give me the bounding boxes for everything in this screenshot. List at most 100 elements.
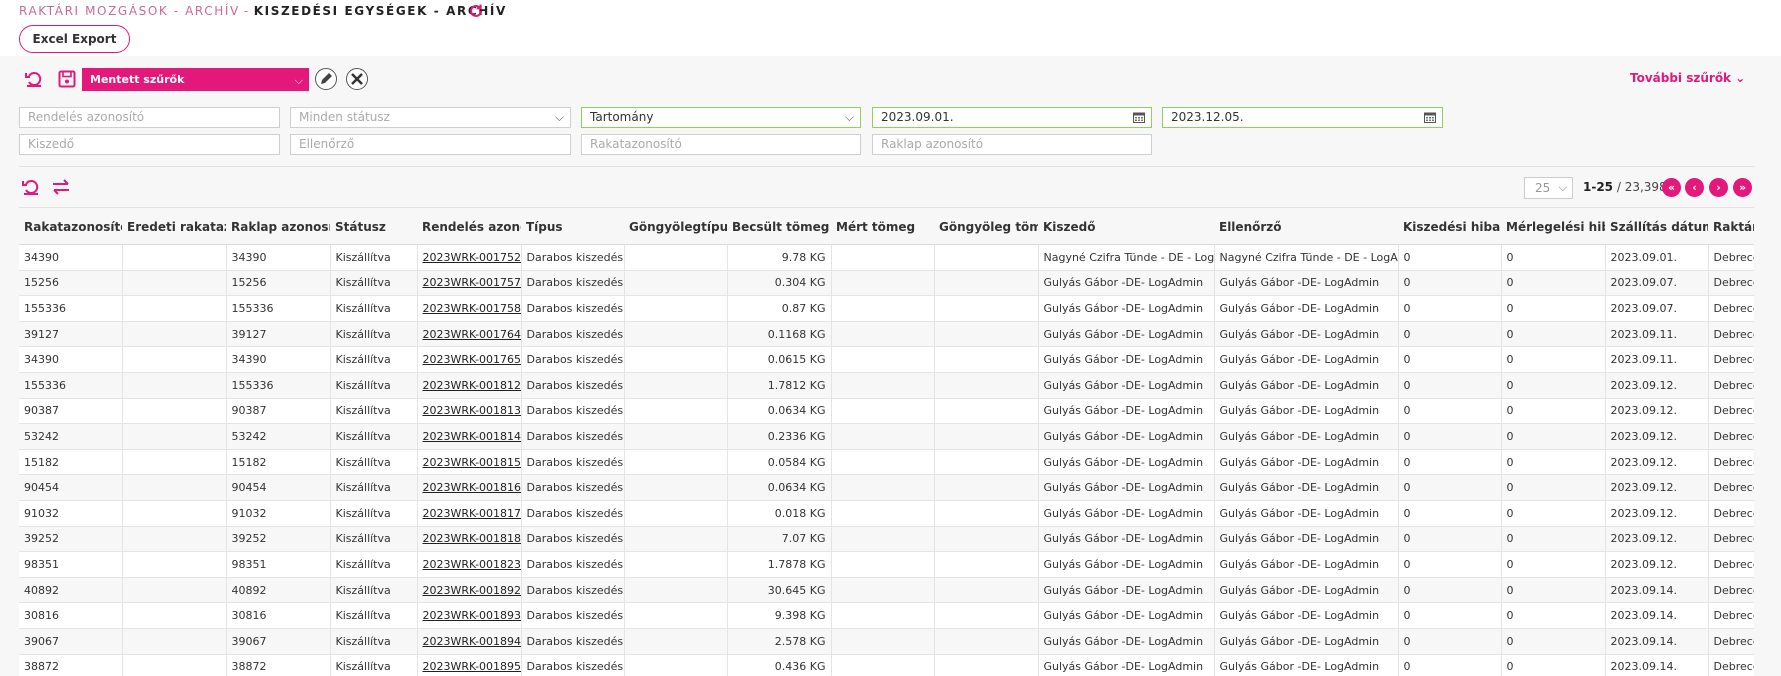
table-cell[interactable]: 2023WRK-001764 bbox=[417, 321, 522, 348]
table-cell: 15182 bbox=[19, 449, 123, 476]
table-cell[interactable]: 2023WRK-001758 bbox=[417, 295, 522, 322]
status-filter[interactable]: Minden státusz ⌵ bbox=[290, 107, 571, 128]
table-row[interactable]: 90387 90387 Kiszállítva 2023WRK-001813 Darab… bbox=[19, 398, 1754, 425]
table-cell[interactable]: 2023WRK-001815 bbox=[417, 449, 522, 476]
column-header[interactable]: Ellenőrző bbox=[1214, 210, 1398, 245]
first-page-button[interactable]: « bbox=[1662, 178, 1681, 197]
table-row[interactable]: 15256 15256 Kiszállítva 2023WRK-001757 Darab… bbox=[19, 270, 1754, 297]
column-header[interactable]: Mért tömeg bbox=[831, 210, 934, 245]
table-row[interactable]: 30816 30816 Kiszállítva 2023WRK-001893 Darab… bbox=[19, 602, 1754, 629]
table-cell[interactable]: 2023WRK-001892 bbox=[417, 577, 522, 604]
table-cell: 38872 bbox=[226, 654, 331, 676]
column-header[interactable]: Eredeti rakatazonosító bbox=[122, 210, 226, 245]
column-header[interactable]: Raklap azonosító bbox=[226, 210, 330, 245]
table-cell[interactable]: 2023WRK-001895 bbox=[417, 654, 522, 676]
calendar-icon[interactable] bbox=[1133, 112, 1145, 123]
date-range-type-select[interactable]: Tartomány ⌵ bbox=[581, 107, 861, 128]
table-cell: 90387 bbox=[226, 398, 331, 425]
reset-filters-icon[interactable] bbox=[24, 69, 44, 89]
column-header[interactable]: Típus bbox=[521, 210, 624, 245]
table-row[interactable]: 15182 15182 Kiszállítva 2023WRK-001815 Darab… bbox=[19, 449, 1754, 476]
table-cell: Kiszállítva bbox=[330, 423, 418, 450]
picker-filter[interactable]: Kiszedő bbox=[19, 134, 280, 155]
page-size-select[interactable]: 25 ⌵ bbox=[1524, 177, 1573, 199]
table-row[interactable]: 53242 53242 Kiszállítva 2023WRK-001814 Darab… bbox=[19, 423, 1754, 450]
reset-grid-icon[interactable] bbox=[21, 177, 41, 197]
table-row[interactable]: 155336 155336 Kiszállítva 2023WRK-001758 Dar… bbox=[19, 295, 1754, 322]
table-row[interactable]: 34390 34390 Kiszállítva 2023WRK-001765 Darab… bbox=[19, 346, 1754, 373]
table-row[interactable]: 38872 38872 Kiszállítva 2023WRK-001895 Darab… bbox=[19, 654, 1754, 676]
table-cell bbox=[624, 398, 728, 425]
column-header[interactable]: Becsült tömeg bbox=[727, 210, 831, 245]
table-cell: 2023.09.07. bbox=[1605, 270, 1709, 297]
table-cell bbox=[831, 577, 935, 604]
column-header[interactable]: Kiszedési hiba bbox=[1398, 210, 1501, 245]
table-cell[interactable]: 2023WRK-001818 bbox=[417, 526, 522, 553]
date-to-field[interactable]: 2023.12.05. bbox=[1162, 107, 1443, 128]
table-cell: Debrecen bbox=[1708, 423, 1754, 450]
location-id-filter[interactable]: Rakatazonosító bbox=[581, 134, 861, 155]
delete-filter-button[interactable] bbox=[346, 68, 368, 90]
table-cell[interactable]: 2023WRK-001757 bbox=[417, 270, 522, 297]
column-header[interactable]: Göngyöleg tömeg bbox=[934, 210, 1038, 245]
table-row[interactable]: 91032 91032 Kiszállítva 2023WRK-001817 Darab… bbox=[19, 500, 1754, 527]
column-header[interactable]: Kiszedő bbox=[1038, 210, 1214, 245]
table-row[interactable]: 39127 39127 Kiszállítva 2023WRK-001764 Darab… bbox=[19, 321, 1754, 348]
last-page-button[interactable]: » bbox=[1733, 178, 1752, 197]
excel-export-button[interactable]: Excel Export bbox=[19, 25, 130, 53]
table-cell: 0 bbox=[1501, 346, 1606, 373]
table-cell[interactable]: 2023WRK-001812 bbox=[417, 372, 522, 399]
table-row[interactable]: 98351 98351 Kiszállítva 2023WRK-001823 Darab… bbox=[19, 551, 1754, 578]
column-header[interactable]: Raktár bbox=[1708, 210, 1754, 245]
calendar-icon[interactable] bbox=[1424, 112, 1436, 123]
table-cell: 2023.09.11. bbox=[1605, 321, 1709, 348]
table-row[interactable]: 34390 34390 Kiszállítva 2023WRK-001752 Darab… bbox=[19, 244, 1754, 271]
table-cell: Kiszállítva bbox=[330, 449, 418, 476]
refresh-icon[interactable] bbox=[468, 3, 484, 19]
table-cell[interactable]: 2023WRK-001814 bbox=[417, 423, 522, 450]
table-cell[interactable]: 2023WRK-001817 bbox=[417, 500, 522, 527]
column-header[interactable]: Göngyölegtípus bbox=[624, 210, 727, 245]
table-cell bbox=[831, 474, 935, 501]
column-header[interactable]: Státusz bbox=[330, 210, 417, 245]
table-row[interactable]: 40892 40892 Kiszállítva 2023WRK-001892 Darab… bbox=[19, 577, 1754, 604]
table-cell: 0.1168 KG bbox=[727, 321, 832, 348]
checker-filter[interactable]: Ellenőrző bbox=[290, 134, 571, 155]
table-row[interactable]: 90454 90454 Kiszállítva 2023WRK-001816 Darab… bbox=[19, 474, 1754, 501]
table-cell[interactable]: 2023WRK-001765 bbox=[417, 346, 522, 373]
table-cell: Kiszállítva bbox=[330, 372, 418, 399]
table-cell[interactable]: 2023WRK-001893 bbox=[417, 602, 522, 629]
order-id-filter[interactable]: Rendelés azonosító bbox=[19, 107, 280, 128]
table-cell: Darabos kiszedés bbox=[521, 423, 625, 450]
table-cell bbox=[624, 602, 728, 629]
save-icon[interactable] bbox=[57, 69, 77, 89]
table-row[interactable]: 39067 39067 Kiszállítva 2023WRK-001894 Darab… bbox=[19, 628, 1754, 655]
table-cell: Gulyás Gábor -DE- LogAdmin bbox=[1214, 295, 1399, 322]
table-cell: 1.7812 KG bbox=[727, 372, 832, 399]
next-page-button[interactable]: › bbox=[1709, 178, 1728, 197]
date-from-field[interactable]: 2023.09.01. bbox=[872, 107, 1152, 128]
table-row[interactable]: 39252 39252 Kiszállítva 2023WRK-001818 Darab… bbox=[19, 526, 1754, 553]
table-row[interactable]: 155336 155336 Kiszállítva 2023WRK-001812 Dar… bbox=[19, 372, 1754, 399]
table-cell[interactable]: 2023WRK-001894 bbox=[417, 628, 522, 655]
table-cell[interactable]: 2023WRK-001823 bbox=[417, 551, 522, 578]
table-cell[interactable]: 2023WRK-001816 bbox=[417, 474, 522, 501]
column-header[interactable]: Mérlegelési hiba bbox=[1501, 210, 1605, 245]
column-header[interactable]: Szállítás dátuma bbox=[1605, 210, 1708, 245]
table-cell: Kiszállítva bbox=[330, 474, 418, 501]
last-page-icon: » bbox=[1738, 181, 1747, 194]
column-header[interactable]: Rendelés azonosító bbox=[417, 210, 521, 245]
table-cell[interactable]: 2023WRK-001813 bbox=[417, 398, 522, 425]
more-filters-toggle[interactable]: További szűrők ⌄ bbox=[1630, 71, 1745, 85]
breadcrumb-parent[interactable]: RAKTÁRI MOZGÁSOK - ARCHÍV bbox=[19, 4, 240, 18]
edit-filter-button[interactable] bbox=[315, 68, 337, 90]
saved-filters-select[interactable]: Mentett szűrők ⌵ bbox=[82, 68, 309, 91]
swap-columns-icon[interactable] bbox=[51, 177, 71, 197]
table-cell: Kiszállítva bbox=[330, 346, 418, 373]
column-header[interactable]: Rakatazonosító bbox=[19, 210, 122, 245]
prev-page-button[interactable]: ‹ bbox=[1685, 178, 1704, 197]
pallet-id-filter[interactable]: Raklap azonosító bbox=[872, 134, 1152, 155]
table-cell[interactable]: 2023WRK-001752 bbox=[417, 244, 522, 271]
table-cell: 0 bbox=[1501, 654, 1606, 676]
table-cell: 0 bbox=[1398, 244, 1502, 271]
